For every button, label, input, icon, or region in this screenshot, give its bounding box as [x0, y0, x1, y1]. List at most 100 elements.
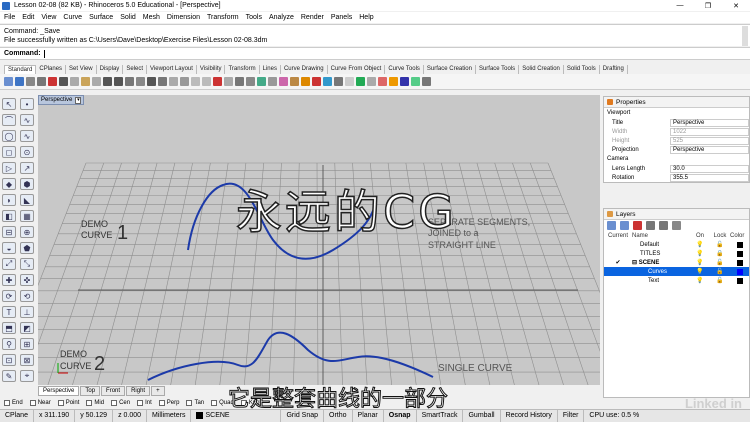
left-tool-icon[interactable]: ◯ [2, 130, 16, 142]
osnap-near[interactable]: Near [29, 400, 51, 406]
property-value[interactable]: 30.0 [670, 164, 749, 173]
property-value[interactable]: Perspective [670, 145, 749, 154]
toolbar-tool-icon[interactable] [70, 77, 79, 86]
toolbar-tab[interactable]: Surface Tools [476, 65, 520, 74]
toolbar-tool-icon[interactable] [257, 77, 266, 86]
left-tool-icon[interactable]: ⬒ [2, 322, 16, 334]
toolbar-tool-icon[interactable] [114, 77, 123, 86]
record-history-toggle[interactable]: Record History [501, 410, 558, 422]
layer-name[interactable]: Text [632, 278, 690, 284]
left-tool-icon[interactable]: ▷ [2, 162, 16, 174]
layer-name[interactable]: Curves [632, 269, 690, 275]
toolbar-tool-icon[interactable] [345, 77, 354, 86]
left-tool-icon[interactable]: ⬟ [20, 242, 34, 254]
left-tool-icon[interactable]: ▦ [20, 210, 34, 222]
left-tool-icon[interactable]: ✜ [20, 274, 34, 286]
filter-toggle[interactable]: Filter [558, 410, 585, 422]
toolbar-tool-icon[interactable] [158, 77, 167, 86]
layer-row[interactable]: Curves 💡 🔓 [604, 267, 749, 276]
layer-name[interactable]: TITLES [632, 251, 690, 257]
toolbar-tool-icon[interactable] [136, 77, 145, 86]
layer-visibility-icon[interactable]: 💡 [690, 259, 710, 266]
layer-name[interactable]: ⊟ SCENE [632, 259, 690, 266]
layer-visibility-icon[interactable]: 💡 [690, 268, 710, 275]
menu-item-analyze[interactable]: Analyze [269, 14, 294, 21]
toolbar-tool-icon[interactable] [367, 77, 376, 86]
menu-item-file[interactable]: File [4, 14, 15, 21]
toolbar-tool-icon[interactable] [48, 77, 57, 86]
toolbar-tab[interactable]: Display [97, 65, 124, 74]
layer-lock-icon[interactable]: 🔓 [710, 277, 730, 284]
viewport-title-tab[interactable]: Perspective ▾ [38, 95, 85, 105]
viewport-tab[interactable]: Perspective [38, 386, 80, 396]
toolbar-tool-icon[interactable] [15, 77, 24, 86]
layer-visibility-icon[interactable]: 💡 [690, 250, 710, 257]
left-tool-icon[interactable]: ⟲ [20, 290, 34, 302]
left-tool-icon[interactable]: ◒ [2, 242, 16, 254]
toolbar-tool-icon[interactable] [147, 77, 156, 86]
toolbar-tool-icon[interactable] [290, 77, 299, 86]
delete-layer-icon[interactable] [633, 221, 642, 230]
toolbar-tool-icon[interactable] [26, 77, 35, 86]
status-units[interactable]: Millimeters [147, 410, 192, 422]
layer-lock-icon[interactable]: 🔓 [710, 268, 730, 275]
left-tool-icon[interactable]: ↗ [20, 162, 34, 174]
toolbar-tool-icon[interactable] [312, 77, 321, 86]
property-value[interactable]: 525 [670, 136, 749, 145]
layer-row[interactable]: TITLES 💡 🔒 [604, 249, 749, 258]
toolbar-tool-icon[interactable] [411, 77, 420, 86]
command-prompt[interactable]: Command: [0, 47, 750, 60]
left-tool-icon[interactable]: ∿ [20, 130, 34, 142]
toolbar-tool-icon[interactable] [279, 77, 288, 86]
layer-color-swatch[interactable] [737, 277, 743, 284]
toolbar-tab[interactable]: Set View [66, 65, 97, 74]
toolbar-tool-icon[interactable] [235, 77, 244, 86]
left-tool-icon[interactable]: ✎ [2, 370, 16, 382]
toolbar-tool-icon[interactable] [356, 77, 365, 86]
property-value[interactable]: Perspective [670, 118, 749, 127]
osnap-mid[interactable]: Mid [86, 400, 104, 406]
toolbar-tab[interactable]: Curve Tools [385, 65, 424, 74]
left-tool-icon[interactable]: ◧ [2, 210, 16, 222]
new-layer-icon[interactable] [607, 221, 616, 230]
osnap-end[interactable]: End [4, 400, 23, 406]
layer-color-swatch[interactable] [737, 241, 743, 248]
left-tool-icon[interactable]: ⊞ [20, 338, 34, 350]
move-down-icon[interactable] [659, 221, 668, 230]
toolbar-tab[interactable]: Solid Tools [564, 65, 600, 74]
toolbar-tool-icon[interactable] [81, 77, 90, 86]
layer-row[interactable]: ✔ ⊟ SCENE 💡 🔓 [604, 258, 749, 267]
toolbar-tool-icon[interactable] [59, 77, 68, 86]
left-tool-icon[interactable]: • [20, 98, 34, 110]
toolbar-tab[interactable]: Curve From Object [328, 65, 386, 74]
toolbar-tab[interactable]: Lines [260, 65, 281, 74]
left-tool-icon[interactable]: ◗ [2, 194, 16, 206]
left-tool-icon[interactable]: ⬢ [20, 178, 34, 190]
toolbar-tab[interactable]: Select [123, 65, 147, 74]
left-tool-icon[interactable]: ⌒ [2, 114, 16, 126]
toolbar-tool-icon[interactable] [92, 77, 101, 86]
toolbar-tool-icon[interactable] [213, 77, 222, 86]
gumball-toggle[interactable]: Gumball [463, 410, 501, 422]
toolbar-tab[interactable]: Viewport Layout [147, 65, 197, 74]
left-tool-icon[interactable]: ⟳ [2, 290, 16, 302]
menu-item-help[interactable]: Help [359, 14, 373, 21]
viewport-tab[interactable]: Right [126, 386, 151, 396]
status-cplane[interactable]: CPlane [0, 410, 34, 422]
properties-panel-header[interactable]: Properties [604, 97, 749, 108]
layer-row[interactable]: Default 💡 🔓 [604, 240, 749, 249]
toolbar-tab[interactable]: Standard [4, 65, 37, 74]
left-tool-icon[interactable]: ◣ [20, 194, 34, 206]
layer-lock-icon[interactable]: 🔓 [710, 241, 730, 248]
left-tool-icon[interactable]: ↖ [2, 98, 16, 110]
layer-name[interactable]: Default [632, 242, 690, 248]
layer-row[interactable]: Text 💡 🔓 [604, 276, 749, 285]
toolbar-tool-icon[interactable] [37, 77, 46, 86]
viewport-tab[interactable]: Front [101, 386, 126, 396]
toolbar-tool-icon[interactable] [103, 77, 112, 86]
toolbar-tool-icon[interactable] [125, 77, 134, 86]
filter-icon[interactable] [672, 221, 681, 230]
toolbar-tool-icon[interactable] [191, 77, 200, 86]
new-sublayer-icon[interactable] [620, 221, 629, 230]
viewport-tab[interactable]: Top [80, 386, 101, 396]
